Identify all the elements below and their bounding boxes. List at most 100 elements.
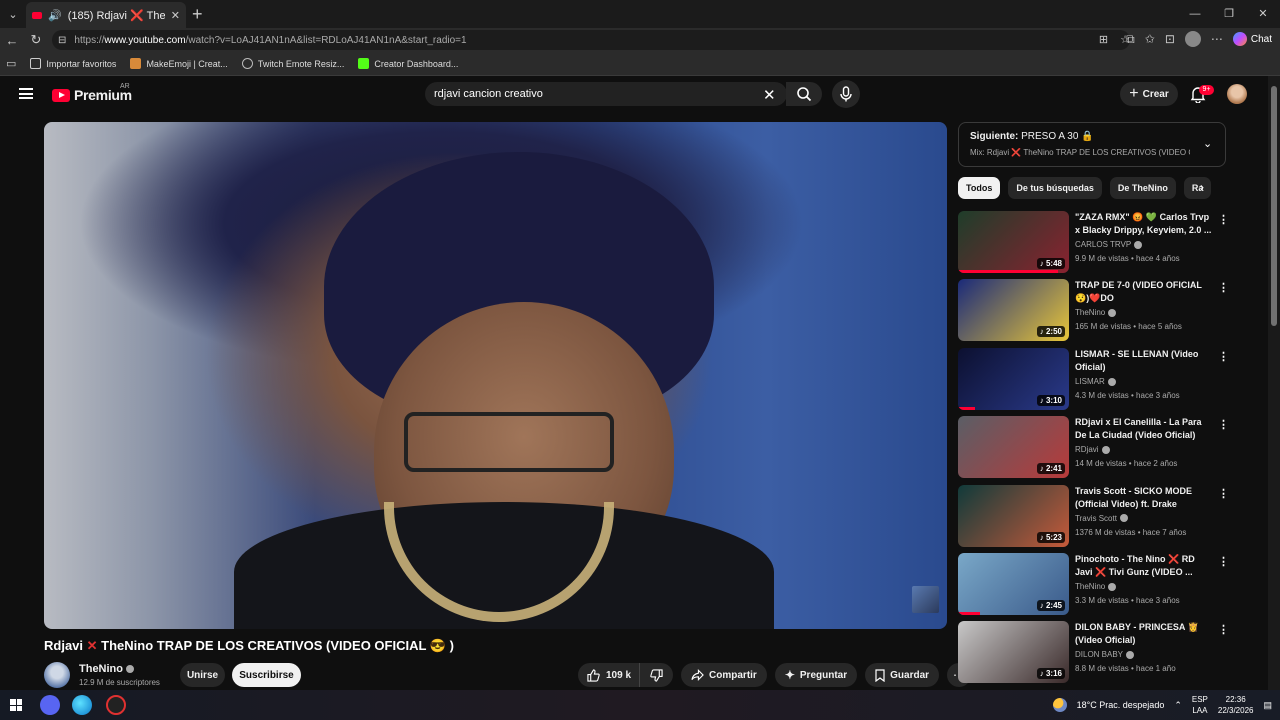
tab-actions-menu-icon[interactable]: ⌄ <box>0 0 26 28</box>
more-options-icon[interactable]: ⋮ <box>1218 350 1229 363</box>
voice-search-button[interactable] <box>832 80 860 108</box>
discord-app-icon[interactable] <box>40 695 60 715</box>
site-info-icon[interactable]: ⊟ <box>58 35 66 46</box>
video-thumbnail[interactable]: ♪ 5:23 <box>958 484 1069 547</box>
url-field[interactable]: ⊟ https://www.youtube.com/watch?v=LoAJ41… <box>52 30 1130 50</box>
channel-name[interactable]: CARLOS TRVP <box>1075 240 1143 249</box>
channel-name[interactable]: DILON BABY <box>1075 650 1135 659</box>
system-clock[interactable]: 22:36 22/3/2026 <box>1218 694 1254 716</box>
close-window-icon[interactable]: ✕ <box>1246 0 1280 28</box>
scrollbar-thumb[interactable] <box>1271 86 1277 326</box>
more-options-icon[interactable]: ⋮ <box>1218 623 1229 636</box>
channel-name[interactable]: LISMAR <box>1075 377 1116 386</box>
channel-name[interactable]: TheNino <box>79 663 134 675</box>
list-item[interactable]: ♪ 2:50 TRAP DE 7-0 (VIDEO OFICIAL 😯)❤️DO T… <box>958 279 1229 347</box>
page-scrollbar[interactable] <box>1268 76 1280 690</box>
video-player[interactable] <box>44 122 947 629</box>
browser-tab-bar: ⌄ 🔊 (185) Rdjavi ❌ TheNino TRAP ✕ + — ❐ … <box>0 0 1280 28</box>
more-options-icon[interactable]: ⋮ <box>1218 487 1229 500</box>
settings-more-icon[interactable]: ⋯ <box>1211 32 1223 46</box>
video-thumbnail[interactable]: ♪ 5:48 <box>958 211 1069 273</box>
video-title[interactable]: TRAP DE 7-0 (VIDEO OFICIAL 😯)❤️DO <box>1075 279 1213 305</box>
profile-avatar[interactable] <box>1184 31 1201 47</box>
channel-name[interactable]: TheNino <box>1075 308 1117 317</box>
video-thumbnail[interactable]: ♪ 2:50 <box>958 279 1069 342</box>
duration-badge: ♪ 3:16 <box>1036 668 1065 680</box>
up-next-panel[interactable]: Siguiente: PRESO A 30 🔒 Mix: Rdjavi ❌ Th… <box>958 122 1226 167</box>
bookmark-item[interactable]: Twitch Emote Resiz... <box>241 58 344 69</box>
back-icon[interactable]: ← <box>0 33 24 48</box>
search-button[interactable] <box>786 82 822 106</box>
show-hidden-icons-icon[interactable]: ⌃ <box>1174 700 1182 711</box>
weather-text[interactable]: 18°C Prac. despejado <box>1077 700 1165 710</box>
chevron-down-icon[interactable]: ⌄ <box>1203 137 1212 150</box>
notifications-icon[interactable]: ▤ <box>1263 700 1272 711</box>
video-title[interactable]: LISMAR - SE LLENAN (Video Oficial) <box>1075 348 1213 374</box>
video-title[interactable]: RDjavi x El Canelilla - La Para De La Ci… <box>1075 416 1213 442</box>
collections-icon[interactable]: ⊡ <box>1165 32 1175 46</box>
list-item[interactable]: ♪ 2:45 Pinochoto - The Nino ❌ RD Javi ❌ T… <box>958 552 1229 621</box>
sparkle-icon: ✦ <box>784 668 795 682</box>
chevron-right-icon[interactable]: › <box>1200 180 1204 194</box>
share-button[interactable]: Compartir <box>681 663 767 687</box>
more-options-icon[interactable]: ⋮ <box>1218 555 1229 568</box>
dislike-button[interactable] <box>640 663 673 687</box>
video-thumbnail[interactable]: ♪ 3:16 <box>958 621 1069 684</box>
chip-from-searches[interactable]: De tus búsquedas <box>1008 177 1102 199</box>
channel-avatar[interactable] <box>44 662 70 688</box>
browser-tab[interactable]: 🔊 (185) Rdjavi ❌ TheNino TRAP ✕ <box>26 2 186 28</box>
more-options-icon[interactable]: ⋮ <box>1218 213 1229 226</box>
subscribe-button[interactable]: Suscribirse <box>232 663 301 687</box>
minimize-icon[interactable]: — <box>1178 0 1212 28</box>
close-tab-icon[interactable]: ✕ <box>171 9 180 22</box>
chip-from-thenino[interactable]: De TheNino <box>1109 177 1176 199</box>
channel-name[interactable]: Travis Scott <box>1075 514 1128 523</box>
bookmark-item[interactable]: Importar favoritos <box>30 58 116 69</box>
copilot-chat-button[interactable]: Chat <box>1232 32 1272 46</box>
video-title[interactable]: Travis Scott - SICKO MODE (Official Vide… <box>1075 485 1213 511</box>
app-available-icon[interactable]: ⊞ <box>1099 33 1108 46</box>
video-thumbnail[interactable]: ♪ 2:45 <box>958 552 1069 615</box>
new-tab-icon[interactable]: + <box>192 4 203 25</box>
ask-button[interactable]: ✦ Preguntar <box>774 663 858 687</box>
sidebar-toggle-icon[interactable]: ▭ <box>6 57 16 70</box>
channel-name[interactable]: TheNino <box>1075 582 1117 591</box>
video-title[interactable]: Pinochoto - The Nino ❌ RD Javi ❌ Tivi Gu… <box>1075 553 1213 579</box>
menu-icon[interactable] <box>19 88 33 99</box>
channel-name[interactable]: RDjavi <box>1075 445 1110 454</box>
list-item[interactable]: ♪ 5:48 "ZAZA RMX" 😡 💚 Carlos Trvp x Black… <box>958 211 1229 279</box>
join-button[interactable]: Unirse <box>180 663 225 687</box>
video-title[interactable]: DILON BABY - PRINCESA 👸 (Video Oficial) <box>1075 621 1213 647</box>
obs-app-icon[interactable] <box>106 695 126 715</box>
chip-related[interactable]: Ra <box>1183 177 1212 199</box>
list-item[interactable]: ♪ 2:41 RDjavi x El Canelilla - La Para De… <box>958 416 1229 484</box>
refresh-icon[interactable]: ↻ <box>24 32 48 48</box>
video-title[interactable]: "ZAZA RMX" 😡 💚 Carlos Trvp x Blacky Drip… <box>1075 211 1213 237</box>
like-button[interactable]: 109 k <box>578 663 641 687</box>
filter-chips: Todos De tus búsquedas De TheNino Ra <box>958 177 1220 199</box>
more-options-icon[interactable]: ⋮ <box>1218 418 1229 431</box>
channel-watermark[interactable] <box>912 586 939 613</box>
edge-app-icon[interactable] <box>72 695 92 715</box>
chip-all[interactable]: Todos <box>958 177 1001 199</box>
user-avatar[interactable] <box>1227 84 1247 104</box>
bookmark-item[interactable]: Creator Dashboard... <box>358 58 458 69</box>
create-button[interactable]: + Crear <box>1120 82 1178 106</box>
windows-start-icon[interactable] <box>10 699 22 711</box>
video-thumbnail[interactable]: ♪ 3:10 <box>958 347 1069 410</box>
search-input[interactable]: rdjavi cancion creativo ✕ <box>425 82 787 106</box>
video-thumbnail[interactable]: ♪ 2:41 <box>958 416 1069 479</box>
more-options-icon[interactable]: ⋮ <box>1218 281 1229 294</box>
list-item[interactable]: ♪ 3:10 LISMAR - SE LLENAN (Video Oficial)… <box>958 347 1229 416</box>
bookmark-item[interactable]: MakeEmoji | Creat... <box>130 58 228 69</box>
music-note-icon: ♪ <box>1039 600 1044 610</box>
input-language[interactable]: ESP LAA <box>1192 694 1208 716</box>
clear-search-icon[interactable]: ✕ <box>763 86 776 104</box>
save-button[interactable]: Guardar <box>865 663 940 687</box>
list-item[interactable]: ♪ 5:23 Travis Scott - SICKO MODE (Officia… <box>958 484 1229 553</box>
list-item[interactable]: ♪ 3:16 DILON BABY - PRINCESA 👸 (Video Ofi… <box>958 621 1229 689</box>
favorites-icon[interactable]: ✩ <box>1145 32 1155 46</box>
speaker-icon[interactable]: 🔊 <box>48 9 62 22</box>
restore-icon[interactable]: ❐ <box>1212 0 1246 28</box>
extensions-icon[interactable]: ⧉ <box>1126 32 1135 47</box>
